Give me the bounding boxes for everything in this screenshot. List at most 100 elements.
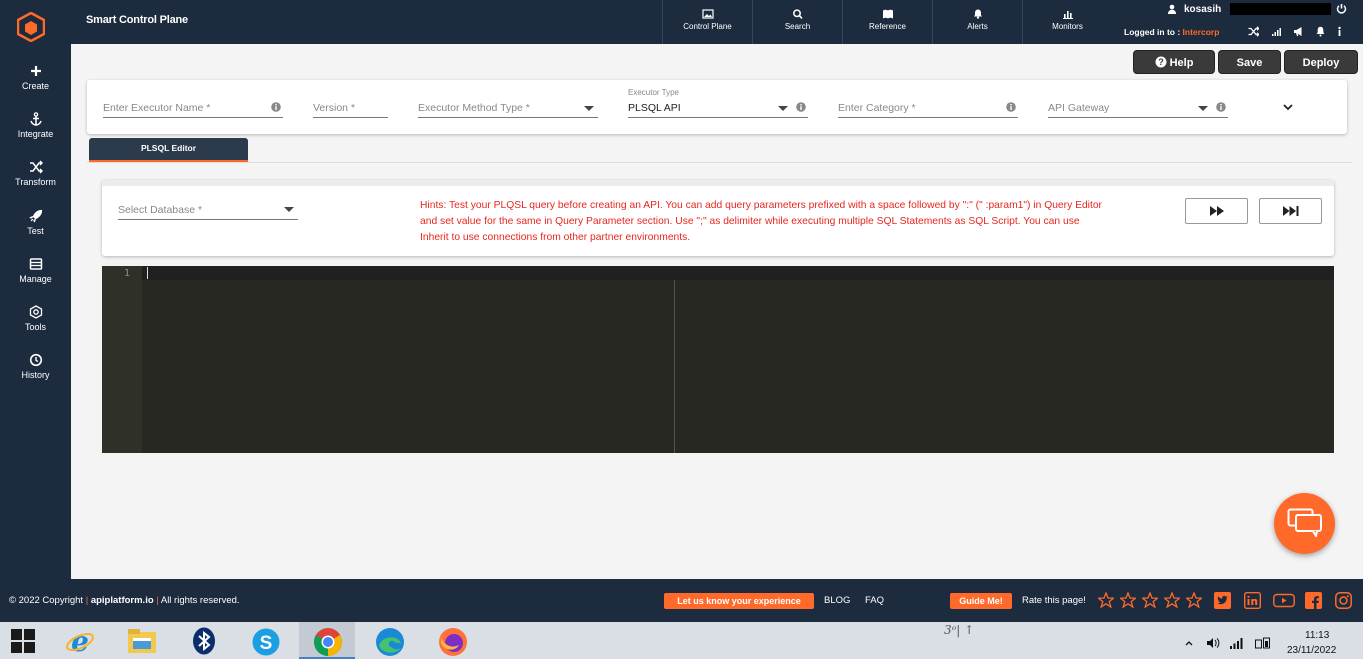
question-circle-icon: ?: [1155, 56, 1167, 68]
svg-text:S: S: [260, 633, 273, 654]
anchor-icon: [29, 112, 43, 126]
youtube-icon[interactable]: [1273, 592, 1295, 609]
copyright-text: © 2022 Copyright | apiplatform.io | All …: [9, 595, 240, 606]
taskbar-file-explorer[interactable]: [113, 622, 169, 659]
taskbar-firefox[interactable]: [424, 622, 480, 659]
start-button[interactable]: [0, 622, 56, 659]
executor-name-placeholder: Enter Executor Name *: [103, 102, 211, 114]
star-icon[interactable]: [1098, 592, 1114, 608]
tray-expand-icon[interactable]: [1185, 637, 1193, 649]
taskbar-internet-explorer[interactable]: e: [51, 622, 107, 659]
sidebar-item-create[interactable]: Create: [0, 64, 71, 91]
linkedin-icon[interactable]: [1244, 592, 1261, 609]
tab-divider: [87, 162, 1352, 163]
sidebar-item-manage[interactable]: Manage: [0, 257, 71, 284]
star-icon[interactable]: [1120, 592, 1136, 608]
blog-link[interactable]: BLOG: [824, 595, 850, 606]
info-circle-icon[interactable]: [1006, 102, 1016, 112]
sidebar-item-tools[interactable]: Tools: [0, 305, 71, 332]
twitter-icon[interactable]: [1214, 592, 1231, 609]
executor-method-type-select[interactable]: Executor Method Type *: [418, 100, 598, 118]
megaphone-icon[interactable]: [1293, 26, 1304, 37]
skip-end-icon: [1282, 206, 1298, 216]
query-editor[interactable]: 1: [102, 266, 1334, 453]
power-icon[interactable]: [1336, 3, 1347, 14]
network-signal-icon[interactable]: [1229, 637, 1243, 649]
star-icon[interactable]: [1186, 592, 1202, 608]
version-field[interactable]: Version *: [313, 100, 388, 118]
info-icon[interactable]: [1334, 26, 1345, 37]
chrome-icon: [314, 628, 342, 656]
rocket-icon: [28, 209, 43, 223]
skype-icon: S: [252, 628, 280, 656]
nav-monitors[interactable]: Monitors: [1022, 0, 1112, 44]
tab-plsql-editor[interactable]: PLSQL Editor: [89, 138, 248, 162]
info-circle-icon[interactable]: [1216, 102, 1226, 112]
org-name[interactable]: Intercorp: [1183, 27, 1220, 37]
taskbar-chrome[interactable]: [299, 622, 355, 659]
clock-date[interactable]: 23/11/2022: [1287, 645, 1336, 656]
chevron-down-icon[interactable]: [1283, 103, 1293, 111]
save-button[interactable]: Save: [1218, 50, 1281, 74]
shuffle-icon[interactable]: [1248, 26, 1259, 37]
info-circle-icon[interactable]: [271, 102, 281, 112]
faq-link[interactable]: FAQ: [865, 595, 884, 606]
editor-gutter: 1: [102, 266, 142, 453]
nav-label: Monitors: [1052, 22, 1083, 31]
nav-alerts[interactable]: Alerts: [932, 0, 1022, 44]
nav-control-plane[interactable]: Control Plane: [662, 0, 752, 44]
user-name[interactable]: kosasih: [1184, 4, 1221, 15]
sidebar-item-transform[interactable]: Transform: [0, 160, 71, 187]
fast-forward-icon: [1209, 206, 1224, 216]
nav-search[interactable]: Search: [752, 0, 842, 44]
copyright-prefix: © 2022 Copyright: [9, 595, 86, 606]
signal-icon[interactable]: [1271, 26, 1282, 37]
taskbar-skype[interactable]: S: [237, 622, 293, 659]
footer: © 2022 Copyright | apiplatform.io | All …: [0, 579, 1363, 622]
executor-type-select[interactable]: PLSQL API: [628, 100, 808, 118]
logo-hexagon-icon[interactable]: [17, 12, 45, 42]
caret-down-icon: [778, 106, 788, 111]
site-link[interactable]: apiplatform.io: [91, 595, 154, 606]
taskbar-bluetooth[interactable]: [176, 622, 232, 659]
shuffle-icon: [29, 160, 43, 174]
tools-icon: [29, 305, 43, 319]
database-select[interactable]: Select Database *: [118, 202, 298, 220]
logged-in-prefix: Logged in to :: [1124, 27, 1183, 37]
taskbar-edge[interactable]: [361, 622, 417, 659]
executor-name-field[interactable]: Enter Executor Name *: [103, 100, 283, 118]
category-field[interactable]: Enter Category *: [838, 100, 1018, 118]
help-button[interactable]: ? Help: [1133, 50, 1215, 74]
sidebar-item-integrate[interactable]: Integrate: [0, 112, 71, 139]
method-type-placeholder: Executor Method Type *: [418, 102, 530, 114]
bell-icon[interactable]: [1315, 26, 1326, 37]
caret-down-icon: [1198, 106, 1208, 111]
battery-plug-icon[interactable]: [1255, 637, 1271, 649]
deploy-button[interactable]: Deploy: [1284, 50, 1358, 74]
chat-bubbles-icon: [1287, 508, 1322, 537]
instagram-icon[interactable]: [1335, 592, 1352, 609]
redacted-user-info: [1230, 3, 1331, 15]
star-icon[interactable]: [1142, 592, 1158, 608]
print-margin: [674, 280, 675, 453]
sidebar-item-test[interactable]: Test: [0, 209, 71, 236]
star-icon[interactable]: [1164, 592, 1180, 608]
caret-down-icon: [584, 106, 594, 111]
clock-time[interactable]: 11:13: [1305, 630, 1329, 641]
bluetooth-icon: [193, 627, 215, 655]
chat-button[interactable]: [1274, 493, 1335, 554]
guide-me-button[interactable]: Guide Me!: [950, 593, 1012, 609]
executor-type-label: Executor Type: [628, 88, 679, 97]
windows-taskbar: e S 11:13 23/11/2022: [0, 622, 1363, 659]
sidebar-item-label: Tools: [24, 322, 46, 332]
search-icon: [792, 9, 803, 19]
run-script-button[interactable]: [1259, 198, 1322, 224]
api-gateway-select[interactable]: API Gateway: [1048, 100, 1228, 118]
feedback-button[interactable]: Let us know your experience: [664, 593, 814, 609]
volume-icon[interactable]: [1206, 637, 1220, 649]
facebook-icon[interactable]: [1305, 592, 1322, 609]
sidebar-item-history[interactable]: History: [0, 353, 71, 380]
nav-reference[interactable]: Reference: [842, 0, 932, 44]
run-query-button[interactable]: [1185, 198, 1248, 224]
info-circle-icon[interactable]: [796, 102, 806, 112]
